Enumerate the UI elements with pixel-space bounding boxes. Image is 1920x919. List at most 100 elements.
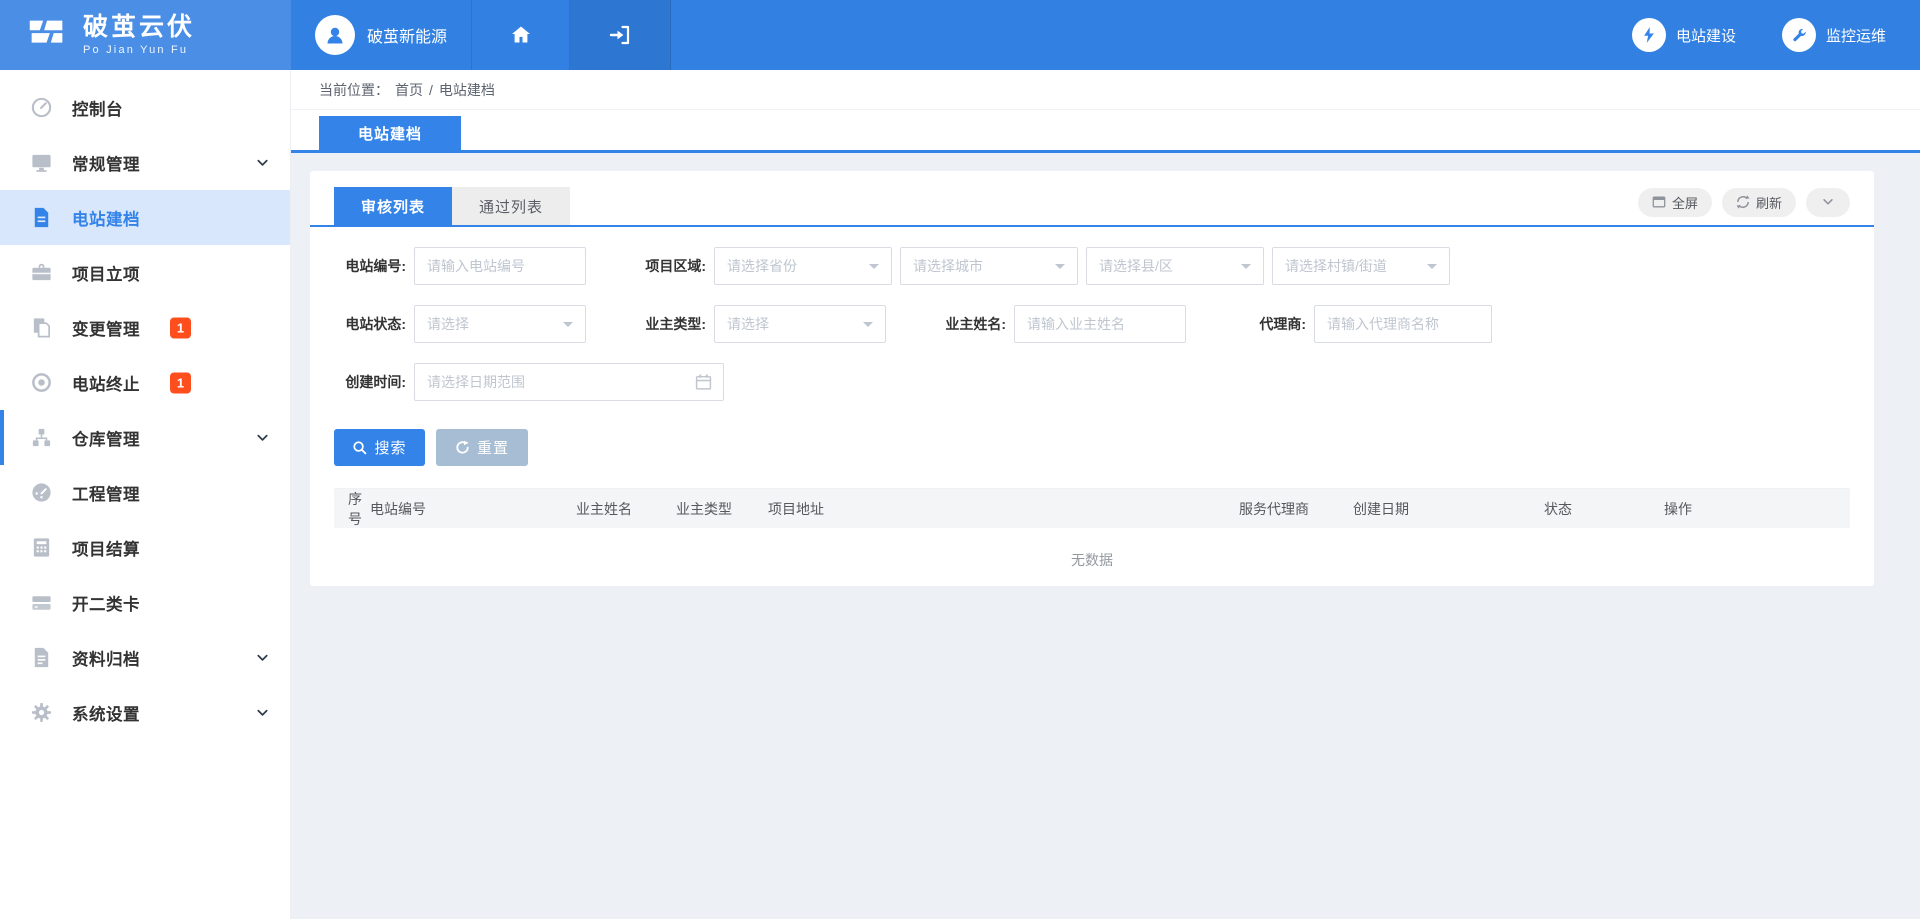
station-status-select[interactable]: 请选择 <box>414 305 586 343</box>
sidebar-item-label: 仓库管理 <box>72 426 140 450</box>
briefcase-icon <box>30 261 53 284</box>
chevron-down-icon <box>255 705 270 720</box>
results-table: 序号 电站编号 业主姓名 业主类型 项目地址 服务代理商 创建日期 状态 操作 … <box>334 488 1850 592</box>
sidebar-item-label: 电站建档 <box>72 206 140 230</box>
sidebar-item-engineering-mgmt[interactable]: 工程管理 <box>0 465 290 520</box>
col-actions: 操作 <box>1664 499 1850 519</box>
logo-icon <box>24 12 70 58</box>
sidebar-item-label: 开二类卡 <box>72 591 140 615</box>
copy-icon <box>30 316 53 339</box>
station-no-label: 电站编号: <box>334 256 406 276</box>
logo-subtitle: Po Jian Yun Fu <box>83 44 195 56</box>
collapse-button[interactable] <box>1806 188 1850 217</box>
nav-station-build[interactable]: 电站建设 <box>1632 18 1736 52</box>
tab-review-list[interactable]: 审核列表 <box>334 187 452 225</box>
agent-label: 代理商: <box>1234 314 1306 334</box>
gear-icon <box>30 701 53 724</box>
filter-form: 电站编号: 项目区域: 请选择省份 请选择城市 请选择县/区 请选择村镇/街道 … <box>310 227 1874 466</box>
wrench-icon <box>1790 26 1808 44</box>
sidebar-item-station-archive[interactable]: 电站建档 <box>0 190 290 245</box>
town-select[interactable]: 请选择村镇/街道 <box>1272 247 1450 285</box>
company-name: 破茧新能源 <box>367 23 447 47</box>
date-range-input[interactable] <box>414 363 724 401</box>
breadcrumb-separator: / <box>429 82 433 98</box>
col-owner-type: 业主类型 <box>676 499 768 519</box>
sidebar-item-label: 工程管理 <box>72 481 140 505</box>
sidebar-item-label: 变更管理 <box>72 316 140 340</box>
fullscreen-label: 全屏 <box>1672 193 1698 212</box>
nav-monitor-ops[interactable]: 监控运维 <box>1782 18 1886 52</box>
refresh-label: 刷新 <box>1756 193 1782 212</box>
refresh-button[interactable]: 刷新 <box>1722 188 1796 217</box>
document-icon <box>30 206 53 229</box>
reset-button[interactable]: 重置 <box>436 429 528 466</box>
empty-state: 无数据 <box>334 528 1850 592</box>
avatar <box>315 15 355 55</box>
sidebar-item-console[interactable]: 控制台 <box>0 80 290 135</box>
monitor-icon <box>30 151 53 174</box>
sidebar-item-system-settings[interactable]: 系统设置 <box>0 685 290 740</box>
county-select[interactable]: 请选择县/区 <box>1086 247 1264 285</box>
chevron-down-icon <box>255 430 270 445</box>
col-owner-name: 业主姓名 <box>576 499 676 519</box>
breadcrumb-prefix: 当前位置： <box>319 80 389 100</box>
owner-type-label: 业主类型: <box>634 314 706 334</box>
sidebar-item-label: 系统设置 <box>72 701 140 725</box>
sidebar-item-label: 资料归档 <box>72 646 140 670</box>
agent-input[interactable] <box>1314 305 1492 343</box>
sitemap-icon <box>30 426 53 449</box>
sidebar-item-open-type2-card[interactable]: 开二类卡 <box>0 575 290 630</box>
reset-icon <box>455 440 470 455</box>
breadcrumb-home-link[interactable]: 首页 <box>395 80 423 100</box>
logout-button[interactable] <box>570 0 671 70</box>
sidebar: 控制台 常规管理 电站建档 项目立项 变更管 <box>0 70 291 919</box>
app-header: 破茧云伏 Po Jian Yun Fu 破茧新能源 <box>0 0 1920 70</box>
app-logo: 破茧云伏 Po Jian Yun Fu <box>0 0 291 70</box>
sidebar-item-warehouse-mgmt[interactable]: 仓库管理 <box>0 410 290 465</box>
col-seq: 序号 <box>334 489 370 529</box>
region-label: 项目区域: <box>634 256 706 276</box>
table-header-row: 序号 电站编号 业主姓名 业主类型 项目地址 服务代理商 创建日期 状态 操作 <box>334 488 1850 528</box>
fullscreen-button[interactable]: 全屏 <box>1638 188 1712 217</box>
sidebar-item-general-mgmt[interactable]: 常规管理 <box>0 135 290 190</box>
city-select[interactable]: 请选择城市 <box>900 247 1078 285</box>
main-area: 当前位置： 首页 / 电站建档 电站建档 审核列表 通过列表 全屏 <box>291 70 1920 919</box>
owner-name-input[interactable] <box>1014 305 1186 343</box>
owner-type-select[interactable]: 请选择 <box>714 305 886 343</box>
sidebar-item-station-terminate[interactable]: 电站终止 1 <box>0 355 290 410</box>
archive-icon <box>30 646 53 669</box>
owner-name-label: 业主姓名: <box>934 314 1006 334</box>
chevron-down-icon <box>1821 195 1835 209</box>
sidebar-item-label: 电站终止 <box>72 371 140 395</box>
gauge-icon <box>30 96 53 119</box>
badge-count: 1 <box>170 317 191 338</box>
sidebar-item-data-archive[interactable]: 资料归档 <box>0 630 290 685</box>
logo-title: 破茧云伏 <box>83 14 195 42</box>
search-label: 搜索 <box>374 437 406 458</box>
chevron-down-icon <box>255 155 270 170</box>
search-icon <box>352 440 367 455</box>
current-user[interactable]: 破茧新能源 <box>291 0 472 70</box>
panel-header: 审核列表 通过列表 全屏 <box>310 171 1874 227</box>
tab-passed-list[interactable]: 通过列表 <box>452 187 570 225</box>
home-button[interactable] <box>472 0 570 70</box>
nav-monitor-ops-label: 监控运维 <box>1826 25 1886 46</box>
sidebar-item-change-mgmt[interactable]: 变更管理 1 <box>0 300 290 355</box>
sidebar-item-label: 项目立项 <box>72 261 140 285</box>
calculator-icon <box>30 536 53 559</box>
province-select[interactable]: 请选择省份 <box>714 247 892 285</box>
sidebar-item-project-initiation[interactable]: 项目立项 <box>0 245 290 300</box>
page-tab-station-archive[interactable]: 电站建档 <box>319 116 461 150</box>
card-icon <box>30 591 53 614</box>
reset-label: 重置 <box>477 437 509 458</box>
lightning-icon <box>1640 26 1658 44</box>
page-tab-bar: 电站建档 <box>291 110 1920 153</box>
sidebar-item-project-settlement[interactable]: 项目结算 <box>0 520 290 575</box>
station-no-input[interactable] <box>414 247 586 285</box>
breadcrumb-current: 电站建档 <box>439 80 495 100</box>
fullscreen-icon <box>1652 195 1666 209</box>
user-icon <box>323 23 347 47</box>
search-button[interactable]: 搜索 <box>334 429 425 466</box>
sidebar-item-label: 项目结算 <box>72 536 140 560</box>
nav-station-build-label: 电站建设 <box>1676 25 1736 46</box>
